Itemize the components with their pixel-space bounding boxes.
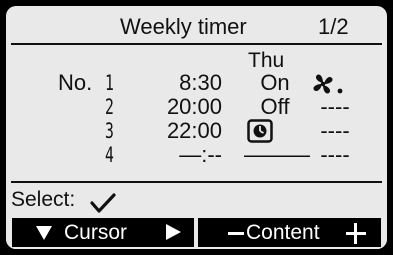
cursor-label: Cursor <box>64 221 128 244</box>
arrow-right-icon <box>166 224 181 240</box>
no-prefix: No. <box>58 70 93 95</box>
row-number: 1 <box>105 71 114 95</box>
minus-icon <box>228 232 244 235</box>
schedule-row-3[interactable]: 3 22:00 ---- <box>6 118 387 144</box>
row-number: 4 <box>105 143 114 167</box>
lcd-screen: Weekly timer 1/2 Thu No. 1 8:30 On 2 20:… <box>6 6 387 249</box>
select-label: Select: <box>11 188 76 211</box>
schedule-row-4[interactable]: 4 —:-- ——— ---- <box>6 142 387 168</box>
check-icon <box>90 193 116 213</box>
divider-top <box>11 43 382 45</box>
time-value: 22:00 <box>166 118 222 143</box>
row-number: 3 <box>105 119 114 143</box>
cursor-softkey[interactable]: Cursor <box>12 218 194 247</box>
schedule-row-1[interactable]: No. 1 8:30 On <box>6 71 387 95</box>
timer-icon <box>247 119 273 143</box>
state-value: ——— <box>244 142 310 167</box>
fan-icon <box>313 74 343 94</box>
state-value: Off <box>260 94 290 119</box>
mode-value: ---- <box>320 94 350 119</box>
time-value: —:-- <box>179 142 222 167</box>
mode-value: ---- <box>320 142 350 167</box>
page-title: Weekly timer <box>120 14 247 39</box>
time-value: 8:30 <box>179 70 222 95</box>
content-label: Content <box>246 221 320 244</box>
time-value: 20:00 <box>166 94 222 119</box>
softkey-bar: Cursor Content <box>6 218 387 249</box>
mode-value: ---- <box>320 118 350 143</box>
state-value: On <box>260 70 290 95</box>
select-hint: Select: <box>11 187 75 213</box>
row-number: 2 <box>105 95 114 119</box>
title-bar: Weekly timer 1/2 <box>6 12 387 42</box>
arrow-down-icon <box>36 226 52 240</box>
content-softkey[interactable]: Content <box>198 218 381 247</box>
divider-bottom <box>11 181 382 183</box>
schedule-row-2[interactable]: 2 20:00 Off ---- <box>6 94 387 120</box>
page-indicator: 1/2 <box>318 14 349 39</box>
controller-bezel: Weekly timer 1/2 Thu No. 1 8:30 On 2 20:… <box>0 0 393 255</box>
